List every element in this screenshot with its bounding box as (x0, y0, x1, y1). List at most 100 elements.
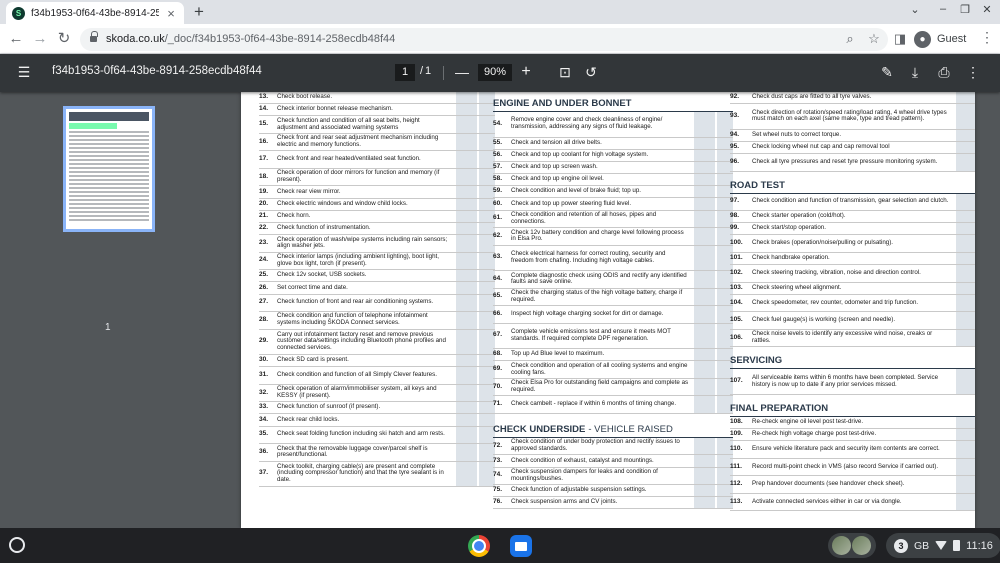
item-text: Check condition and operation of all coo… (511, 361, 688, 376)
pdf-filename: f34b1953-0f64-43be-8914-258ecdb48f44 (52, 65, 262, 77)
item-text: Check handbrake operation. (752, 254, 830, 262)
address-bar[interactable]: skoda.co.uk/_doc/f34b1953-0f64-43be-8914… (80, 28, 888, 51)
item-number: 29. (259, 337, 269, 345)
restore-button[interactable]: ❐ (957, 3, 973, 16)
zoom-magnifier-icon[interactable]: ⌕ (842, 31, 858, 47)
tab-search-chevron-icon[interactable]: ⌄ (907, 3, 923, 16)
check-box (693, 198, 715, 210)
item-number: 59. (493, 187, 503, 195)
zoom-out-button[interactable]: — (452, 62, 472, 82)
checklist-item: 31. Check condition and function of all S… (259, 367, 495, 385)
page-number-input[interactable]: 1 (395, 64, 415, 81)
item-text: Check starter operation (cold/hot). (752, 212, 846, 220)
item-text: Check noise levels to identify any exces… (752, 330, 933, 345)
profile-button[interactable]: ● Guest (914, 28, 966, 50)
zoom-in-button[interactable]: + (516, 62, 536, 82)
check-box (455, 402, 477, 414)
checklist-item: 32. Check operation of alarm/immobiliser … (259, 384, 495, 403)
checklist-item: 95. Check locking wheel nut cap and cap r… (730, 141, 975, 155)
item-text: Check front and rear seat adjustment mec… (277, 134, 439, 149)
lock-icon[interactable] (90, 31, 98, 43)
check-box (455, 222, 477, 235)
annotate-pen-icon[interactable]: ✎ (877, 62, 897, 82)
check-box (693, 228, 715, 245)
new-tab-button[interactable]: + (190, 2, 208, 22)
check-box (455, 151, 477, 168)
item-number: 110. (730, 445, 743, 453)
item-text: Check fuel gauge(s) is working (screen a… (752, 316, 896, 324)
pdf-more-options-icon[interactable]: ⋮ (963, 62, 983, 82)
close-window-button[interactable]: ✕ (979, 3, 995, 16)
bookmark-star-icon[interactable]: ☆ (866, 31, 882, 47)
rotate-icon[interactable]: ↺ (581, 62, 601, 82)
checklist-item: 18. Check operation of door mirrors for f… (259, 168, 495, 187)
status-area[interactable]: 3 GB 11:16 (886, 533, 1000, 558)
browser-toolbar: ← → ↻ skoda.co.uk/_doc/f34b1953-0f64-43b… (0, 24, 1000, 54)
item-text: Check operation of door mirrors for func… (277, 169, 440, 184)
checklist-item: 25. Check 12v socket, USB sockets. (259, 270, 495, 283)
files-app-icon[interactable] (510, 535, 532, 557)
checklist-item: 20. Check electric windows and window chi… (259, 198, 495, 211)
holding-space-tray[interactable] (828, 533, 876, 558)
item-text: Set wheel nuts to correct torque. (752, 130, 842, 138)
fit-page-icon[interactable]: ⊡ (555, 62, 575, 82)
check-box (955, 441, 975, 458)
check-box (693, 210, 715, 228)
page-thumbnail[interactable] (63, 106, 155, 232)
chrome-app-icon[interactable] (468, 535, 490, 557)
item-text: Check electrical harness for correct rou… (511, 250, 666, 264)
launcher-icon[interactable] (9, 537, 25, 553)
checklist-item: 112. Prep handover documents (see handove… (730, 476, 975, 494)
checklist-item: 105. Check fuel gauge(s) is working (scre… (730, 312, 975, 330)
item-text: Check toolkit, charging cable(s) are pre… (277, 462, 444, 484)
item-text: Check front and rear heated/ventilated s… (277, 155, 421, 163)
item-number: 15. (259, 120, 269, 128)
item-text: Check operation of alarm/immobiliser sys… (277, 385, 437, 399)
check-box (955, 104, 975, 129)
item-text: Check and tension all drive belts. (511, 138, 602, 146)
print-icon[interactable]: ⎙ (934, 62, 954, 82)
item-text: Check and top up screen wash. (511, 163, 598, 171)
item-text: Check operation of wash/wipe systems inc… (277, 235, 448, 250)
checklist-item: 24. Check interior lamps (including ambie… (259, 252, 495, 271)
checklist-item: 22. Check function of instrumentation. (259, 222, 495, 236)
item-text: Check function of instrumentation. (277, 224, 371, 232)
item-number: 22. (259, 224, 269, 232)
item-number: 109. (730, 430, 743, 438)
check-box (955, 282, 975, 294)
checklist-item: 110. Ensure vehicle literature pack and s… (730, 441, 975, 459)
tray-thumbnail-icon (832, 536, 851, 555)
item-text: Carry out infotainment factory reset and… (277, 330, 446, 352)
checklist-item: 57. Check and top up screen wash. (493, 161, 733, 175)
item-number: 100. (730, 239, 743, 247)
item-number: 60. (493, 199, 503, 207)
zoom-level-input[interactable]: 90% (478, 64, 512, 81)
checklist-item: 55. Check and tension all drive belts. (493, 137, 733, 150)
pdf-page: 13. Check boot release. 14. Check interior … (241, 92, 975, 528)
browser-menu-icon[interactable]: ⋮ (980, 29, 994, 46)
checklist-item: 63. Check electrical harness for correct … (493, 245, 733, 272)
browser-tab[interactable]: S f34b1953-0f64-43be-8914-258ecdb48f44 × (6, 2, 184, 24)
thumbnail-page-number: 1 (105, 322, 111, 333)
skoda-favicon-icon: S (12, 6, 25, 20)
forward-button[interactable]: → (30, 29, 50, 49)
check-box (955, 252, 975, 265)
item-text: Check condition and function of telephon… (277, 312, 428, 327)
minimize-button[interactable]: – (935, 3, 951, 15)
checklist-item: 14. Check interior bonnet release mechani… (259, 104, 495, 117)
hamburger-menu-icon[interactable]: ☰ (14, 62, 34, 82)
side-panel-icon[interactable]: ◨ (890, 29, 910, 49)
download-icon[interactable]: ⤓ (905, 62, 925, 82)
checklist-item: 67. Complete vehicle emissions test and e… (493, 323, 733, 350)
check-box (955, 129, 975, 141)
reload-button[interactable]: ↻ (54, 29, 74, 49)
pdf-toolbar: ☰ f34b1953-0f64-43be-8914-258ecdb48f44 1… (0, 54, 1000, 92)
item-text: Complete diagnostic check using ODIS and… (511, 271, 687, 286)
checklist-item: 28. Check condition and function of telep… (259, 312, 495, 330)
tab-close-icon[interactable]: × (164, 6, 178, 21)
url-text: skoda.co.uk/_doc/f34b1953-0f64-43be-8914… (106, 33, 396, 45)
item-text: Check cambelt - replace if within 6 mont… (511, 400, 677, 408)
back-button[interactable]: ← (6, 29, 26, 49)
toolbar-divider (443, 66, 444, 80)
section-heading-text: ROAD TEST (730, 179, 785, 191)
